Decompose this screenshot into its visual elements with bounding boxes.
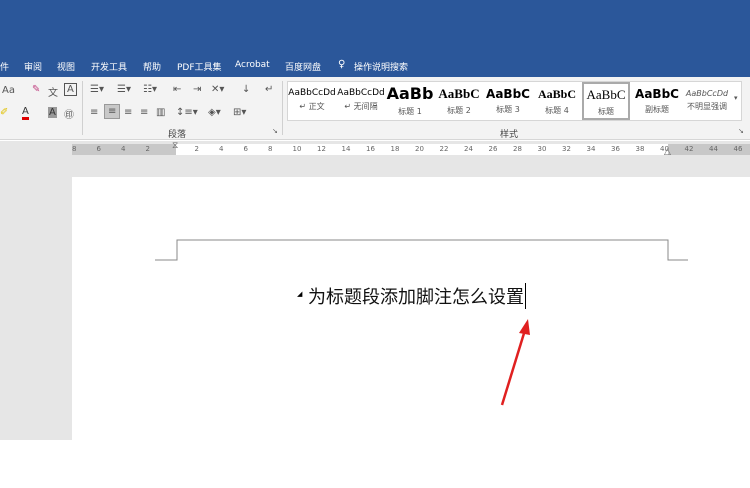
red-arrow-annotation: [500, 319, 530, 406]
